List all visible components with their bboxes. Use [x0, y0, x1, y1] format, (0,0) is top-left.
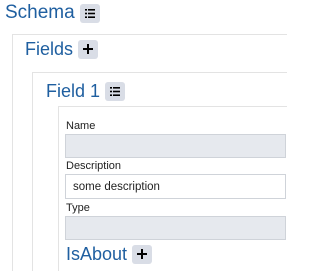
- isabout-title: IsAbout: [66, 244, 128, 264]
- plus-icon: [83, 44, 94, 54]
- schema-title: Schema: [5, 2, 75, 23]
- schema-header: Schema: [5, 2, 100, 24]
- type-label: Type: [66, 202, 90, 214]
- add-field-button[interactable]: [78, 39, 99, 59]
- list-menu-icon: [110, 86, 121, 96]
- name-input[interactable]: [65, 134, 286, 158]
- description-input[interactable]: [65, 174, 286, 199]
- list-menu-icon: [84, 8, 95, 18]
- description-label: Description: [66, 160, 122, 172]
- fields-header: Fields: [25, 38, 99, 60]
- field-1-menu-button[interactable]: [105, 81, 126, 101]
- isabout-header: IsAbout: [66, 243, 153, 265]
- type-input[interactable]: [65, 216, 286, 240]
- plus-icon: [137, 249, 148, 259]
- add-isabout-button[interactable]: [132, 244, 153, 264]
- field-1-title: Field 1: [46, 81, 101, 101]
- schema-menu-button[interactable]: [79, 3, 100, 23]
- field-1-header: Field 1: [46, 80, 126, 102]
- fields-title: Fields: [25, 39, 74, 59]
- name-label: Name: [66, 120, 96, 132]
